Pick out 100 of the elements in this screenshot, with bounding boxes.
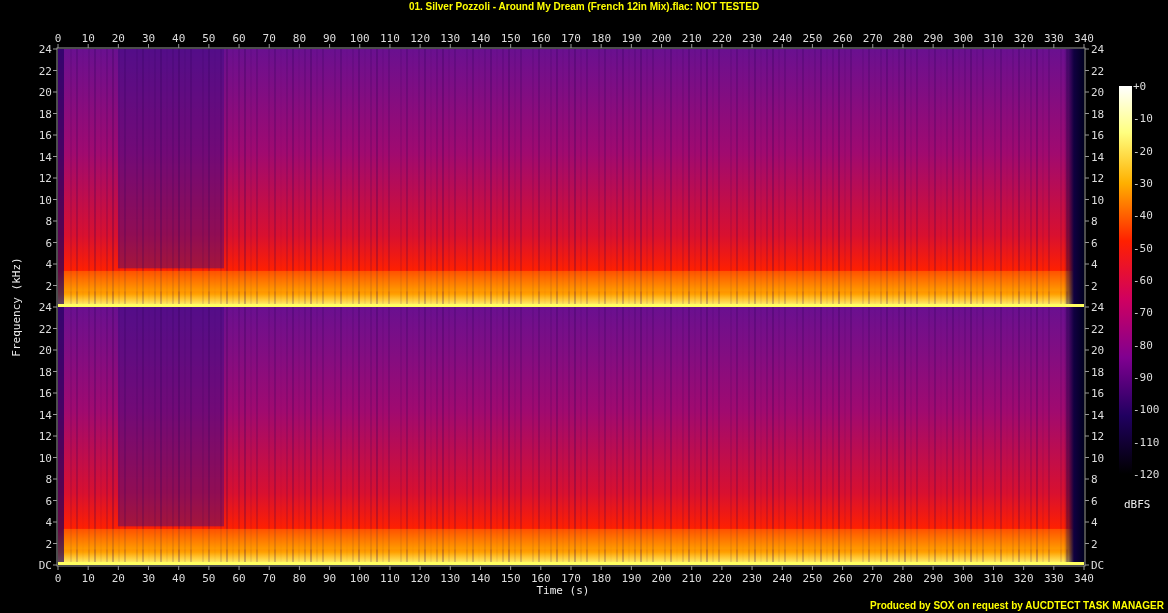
- axis-tick-label: 18: [1091, 365, 1105, 379]
- axis-tick-label: 22: [38, 64, 52, 78]
- axis-tick-label: 60: [232, 572, 246, 585]
- axis-tick-label: 18: [38, 107, 52, 121]
- axis-tick-label: 14: [1091, 150, 1105, 164]
- axis-tick-label: 140: [470, 572, 491, 585]
- axis-tick-label: -10: [1133, 112, 1153, 126]
- axis-tick-label: 200: [651, 32, 672, 45]
- axis-tick-label: 12: [1091, 172, 1105, 185]
- axis-tick-label: 6: [1091, 494, 1098, 508]
- axis-tick-label: 90: [322, 32, 337, 45]
- axis-tick-label: -50: [1133, 241, 1153, 255]
- axis-tick-label: 150: [500, 32, 521, 45]
- credit-text: Produced by SOX on request by AUCDTECT TASK MANAGER: [870, 599, 1164, 613]
- axis-tick-label: 16: [1091, 129, 1105, 142]
- axis-tick-label: 80: [292, 32, 307, 45]
- axis-tick-label: 2: [45, 537, 52, 551]
- axis-tick-label: DC: [38, 559, 52, 572]
- axis-tick-label: 280: [893, 572, 913, 585]
- axis-tick-label: 10: [81, 32, 95, 45]
- axis-title: Time (s): [536, 584, 590, 597]
- axis-tick-label: 20: [38, 344, 52, 357]
- axis-tick-label: 8: [1091, 215, 1098, 228]
- axis-tick-label: 250: [802, 572, 823, 585]
- axis-tick-label: 20: [1091, 86, 1105, 99]
- axis-tick-label: 290: [923, 32, 944, 45]
- axis-tick-label: 330: [1043, 572, 1064, 585]
- axis-tick-label: 170: [561, 32, 581, 45]
- axis-tick-label: 190: [621, 32, 642, 45]
- axis-tick-label: 10: [1091, 193, 1105, 207]
- axis-tick-label: -30: [1133, 177, 1153, 190]
- axis-tick-label: 260: [832, 572, 853, 585]
- axis-title: Frequency (kHz): [10, 257, 23, 357]
- axis-tick-label: 10: [38, 451, 52, 465]
- axis-tick-label: 310: [983, 32, 1004, 45]
- axis-tick-label: 4: [1091, 258, 1098, 271]
- axis-tick-label: 110: [380, 572, 400, 585]
- axis-tick-label: 330: [1043, 32, 1064, 45]
- axis-tick-label: 8: [45, 473, 52, 486]
- axis-tick-label: 210: [681, 572, 702, 585]
- axis-tick-label: 18: [38, 365, 52, 379]
- axis-tick-label: 120: [410, 32, 431, 45]
- axis-tick-label: 16: [1091, 387, 1105, 400]
- axis-tick-label: 280: [893, 32, 913, 45]
- axis-tick-label: 14: [38, 408, 52, 422]
- axis-tick-label: -40: [1133, 209, 1153, 223]
- axis-tick-label: 340: [1074, 32, 1094, 45]
- axis-tick-label: 16: [38, 387, 52, 400]
- axis-tick-label: 180: [591, 32, 612, 45]
- axis-tick-label: 290: [923, 572, 944, 585]
- axis-tick-label: 180: [591, 572, 612, 585]
- axis-tick-label: 270: [862, 32, 883, 45]
- axis-tick-label: 100: [349, 572, 370, 585]
- axis-tick-label: -90: [1133, 371, 1153, 384]
- axis-tick-label: 100: [349, 32, 370, 45]
- colorbar-unit: dBFS: [1124, 498, 1151, 511]
- axis-tick-label: 30: [141, 572, 156, 585]
- axis-tick-label: 16: [38, 129, 52, 142]
- axis-tick-label: 220: [711, 572, 732, 585]
- axis-tick-label: -80: [1133, 338, 1153, 352]
- axis-tick-label: 10: [81, 572, 95, 585]
- axis-tick-label: 10: [1091, 451, 1105, 465]
- axis-tick-label: 22: [1091, 322, 1105, 336]
- axis-tick-label: 20: [111, 32, 125, 45]
- axis-tick-label: 4: [45, 516, 52, 529]
- axis-tick-label: 12: [38, 430, 52, 443]
- axis-tick-label: 340: [1074, 572, 1094, 585]
- axis-tick-label: 8: [45, 215, 52, 228]
- axis-tick-label: 320: [1013, 572, 1034, 585]
- axis-tick-label: 320: [1013, 32, 1034, 45]
- axis-tick-label: -70: [1133, 306, 1153, 320]
- axis-tick-label: 130: [440, 572, 461, 585]
- axis-tick-label: 4: [45, 258, 52, 271]
- axis-tick-label: 4: [1091, 516, 1098, 529]
- axis-tick-label: 20: [38, 86, 52, 99]
- axis-tick-label: 160: [530, 572, 551, 585]
- axis-tick-label: 160: [530, 32, 551, 45]
- axis-tick-label: 40: [172, 32, 186, 45]
- axis-tick-label: 80: [292, 572, 307, 585]
- axis-tick-label: 12: [1091, 430, 1105, 443]
- axis-tick-label: 2: [45, 279, 52, 293]
- axis-tick-label: 30: [141, 32, 156, 45]
- axis-tick-label: 10: [38, 193, 52, 207]
- axis-tick-label: -120: [1133, 468, 1160, 481]
- chart-title: 01. Silver Pozzoli - Around My Dream (French 12in Mix).flac: NOT TESTED: [408, 0, 760, 14]
- axis-tick-label: 6: [45, 236, 52, 250]
- axis-tick-label: 24: [1091, 43, 1105, 56]
- axis-tick-label: 210: [681, 32, 702, 45]
- axis-tick-label: 14: [38, 150, 52, 164]
- axis-tick-label: 110: [380, 32, 400, 45]
- axis-tick-label: 230: [742, 32, 762, 45]
- axis-tick-label: 0: [54, 572, 62, 585]
- axis-tick-label: 22: [1091, 64, 1105, 78]
- axis-tick-label: 270: [862, 572, 883, 585]
- axis-tick-label: 2: [1091, 537, 1098, 551]
- axis-tick-label: 70: [262, 32, 276, 45]
- axis-tick-label: -100: [1133, 403, 1160, 417]
- axis-tick-label: 14: [1091, 408, 1105, 422]
- axis-tick-label: 24: [38, 43, 52, 56]
- axis-tick-label: 20: [1091, 344, 1105, 357]
